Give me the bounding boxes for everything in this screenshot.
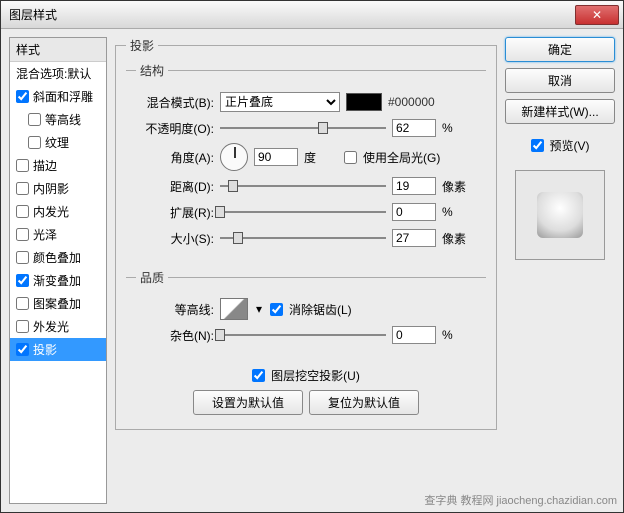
noise-unit: % [442, 328, 476, 342]
layer-style-dialog: 图层样式 ✕ 样式 混合选项:默认 斜面和浮雕等高线纹理描边内阴影内发光光泽颜色… [0, 0, 624, 513]
opacity-input[interactable] [392, 119, 436, 137]
sidebar-label-4: 内阴影 [33, 180, 69, 197]
opacity-unit: % [442, 121, 476, 135]
sidebar-checkbox-2[interactable] [28, 136, 41, 149]
new-style-button[interactable]: 新建样式(W)... [505, 99, 615, 124]
main-panel: 投影 结构 混合模式(B): 正片叠底 #000000 不透明度(O): % [115, 37, 497, 504]
opacity-label: 不透明度(O): [136, 120, 214, 137]
panel-title: 投影 [126, 37, 158, 54]
sidebar-label-8: 渐变叠加 [33, 272, 81, 289]
distance-slider[interactable] [220, 178, 386, 194]
blend-mode-select[interactable]: 正片叠底 [220, 92, 340, 112]
sidebar-item-5[interactable]: 内发光 [10, 200, 106, 223]
structure-legend: 结构 [136, 62, 168, 79]
drop-shadow-panel: 投影 结构 混合模式(B): 正片叠底 #000000 不透明度(O): % [115, 37, 497, 430]
sidebar-checkbox-5[interactable] [16, 205, 29, 218]
sidebar-item-0[interactable]: 斜面和浮雕 [10, 85, 106, 108]
sidebar-checkbox-6[interactable] [16, 228, 29, 241]
contour-dropdown-icon[interactable]: ▾ [254, 302, 264, 316]
effects-sidebar: 样式 混合选项:默认 斜面和浮雕等高线纹理描边内阴影内发光光泽颜色叠加渐变叠加图… [9, 37, 107, 504]
noise-label: 杂色(N): [136, 327, 214, 344]
sidebar-item-8[interactable]: 渐变叠加 [10, 269, 106, 292]
sidebar-label-0: 斜面和浮雕 [33, 88, 93, 105]
sidebar-label-11: 投影 [33, 341, 57, 358]
angle-dial[interactable] [220, 143, 248, 171]
sidebar-checkbox-10[interactable] [16, 320, 29, 333]
sidebar-label-1: 等高线 [45, 111, 81, 128]
sidebar-label-5: 内发光 [33, 203, 69, 220]
sidebar-item-9[interactable]: 图案叠加 [10, 292, 106, 315]
knockout-checkbox[interactable] [252, 369, 265, 382]
sidebar-label-6: 光泽 [33, 226, 57, 243]
sidebar-checkbox-0[interactable] [16, 90, 29, 103]
preview-label: 预览(V) [550, 137, 590, 154]
cancel-button[interactable]: 取消 [505, 68, 615, 93]
knockout-label: 图层挖空投影(U) [271, 367, 360, 384]
sidebar-item-1[interactable]: 等高线 [10, 108, 106, 131]
angle-unit: 度 [304, 149, 338, 166]
sidebar-label-2: 纹理 [45, 134, 69, 151]
size-input[interactable] [392, 229, 436, 247]
sidebar-checkbox-9[interactable] [16, 297, 29, 310]
noise-slider[interactable] [220, 327, 386, 343]
sidebar-label-3: 描边 [33, 157, 57, 174]
contour-label: 等高线: [136, 301, 214, 318]
sidebar-checkbox-7[interactable] [16, 251, 29, 264]
contour-picker[interactable] [220, 298, 248, 320]
angle-input[interactable] [254, 148, 298, 166]
size-slider[interactable] [220, 230, 386, 246]
sidebar-checkbox-11[interactable] [16, 343, 29, 356]
sidebar-item-4[interactable]: 内阴影 [10, 177, 106, 200]
reset-default-button[interactable]: 复位为默认值 [309, 390, 419, 415]
global-light-label: 使用全局光(G) [363, 149, 440, 166]
size-label: 大小(S): [136, 230, 214, 247]
sidebar-item-2[interactable]: 纹理 [10, 131, 106, 154]
color-hex: #000000 [388, 95, 435, 109]
sidebar-checkbox-3[interactable] [16, 159, 29, 172]
sidebar-item-7[interactable]: 颜色叠加 [10, 246, 106, 269]
window-title: 图层样式 [5, 6, 575, 23]
sidebar-label-9: 图案叠加 [33, 295, 81, 312]
spread-input[interactable] [392, 203, 436, 221]
close-button[interactable]: ✕ [575, 5, 619, 25]
sidebar-label-7: 颜色叠加 [33, 249, 81, 266]
distance-label: 距离(D): [136, 178, 214, 195]
noise-input[interactable] [392, 326, 436, 344]
antialias-checkbox[interactable] [270, 303, 283, 316]
antialias-label: 消除锯齿(L) [289, 301, 352, 318]
quality-legend: 品质 [136, 269, 168, 286]
preview-swatch [537, 192, 583, 238]
ok-button[interactable]: 确定 [505, 37, 615, 62]
spread-slider[interactable] [220, 204, 386, 220]
spread-label: 扩展(R): [136, 204, 214, 221]
right-panel: 确定 取消 新建样式(W)... 预览(V) [505, 37, 615, 504]
sidebar-checkbox-1[interactable] [28, 113, 41, 126]
angle-label: 角度(A): [136, 149, 214, 166]
preview-box [515, 170, 605, 260]
spread-unit: % [442, 205, 476, 219]
quality-group: 品质 等高线: ▾ 消除锯齿(L) 杂色(N): % [126, 269, 486, 360]
sidebar-item-11[interactable]: 投影 [10, 338, 106, 361]
sidebar-checkbox-4[interactable] [16, 182, 29, 195]
sidebar-checkbox-8[interactable] [16, 274, 29, 287]
titlebar[interactable]: 图层样式 ✕ [1, 1, 623, 29]
sidebar-blending-options[interactable]: 混合选项:默认 [10, 62, 106, 85]
distance-unit: 像素 [442, 178, 476, 195]
structure-group: 结构 混合模式(B): 正片叠底 #000000 不透明度(O): % [126, 62, 486, 263]
distance-input[interactable] [392, 177, 436, 195]
sidebar-item-6[interactable]: 光泽 [10, 223, 106, 246]
sidebar-item-10[interactable]: 外发光 [10, 315, 106, 338]
blend-mode-label: 混合模式(B): [136, 94, 214, 111]
sidebar-header[interactable]: 样式 [10, 38, 106, 62]
global-light-checkbox[interactable] [344, 151, 357, 164]
opacity-slider[interactable] [220, 120, 386, 136]
sidebar-label-10: 外发光 [33, 318, 69, 335]
watermark: 查字典 教程网 jiaocheng.chazidian.com [424, 492, 617, 508]
preview-checkbox[interactable] [531, 139, 544, 152]
size-unit: 像素 [442, 230, 476, 247]
color-swatch[interactable] [346, 93, 382, 111]
close-icon: ✕ [592, 8, 602, 22]
sidebar-item-3[interactable]: 描边 [10, 154, 106, 177]
set-default-button[interactable]: 设置为默认值 [193, 390, 303, 415]
